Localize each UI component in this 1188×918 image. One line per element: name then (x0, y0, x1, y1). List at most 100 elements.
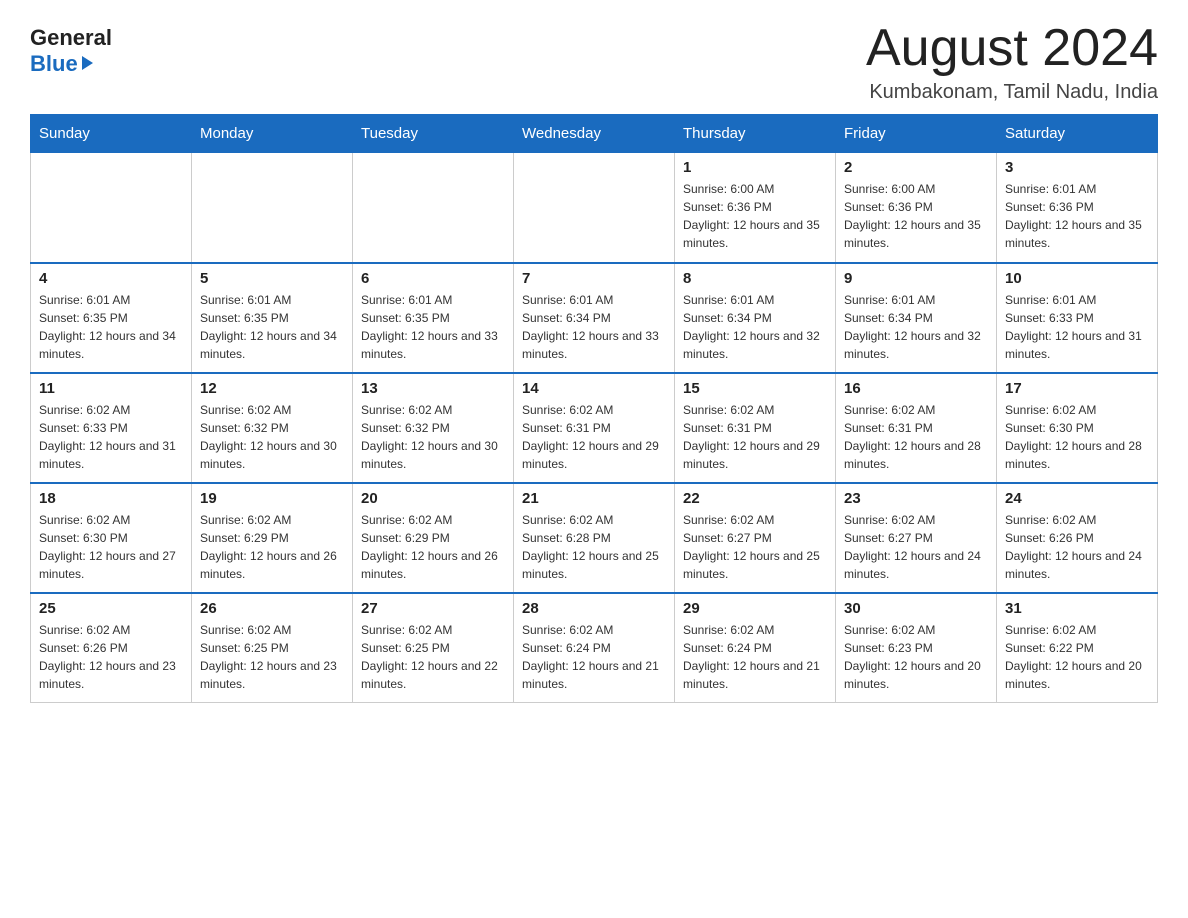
day-number: 8 (683, 270, 827, 287)
day-info: Sunrise: 6:01 AM Sunset: 6:36 PM Dayligh… (1005, 180, 1149, 252)
day-number: 26 (200, 600, 344, 617)
calendar-week-row: 18Sunrise: 6:02 AM Sunset: 6:30 PM Dayli… (31, 483, 1158, 593)
day-info: Sunrise: 6:02 AM Sunset: 6:24 PM Dayligh… (683, 621, 827, 693)
day-number: 9 (844, 270, 988, 287)
header-monday: Monday (192, 115, 353, 153)
header-tuesday: Tuesday (353, 115, 514, 153)
logo-blue-text: Blue (30, 51, 93, 77)
calendar-cell: 29 Sunrise: 6:02 AM Sunset: 6:24 PM Dayli… (675, 593, 836, 703)
day-info: Sunrise: 6:01 AM Sunset: 6:34 PM Dayligh… (522, 291, 666, 363)
day-info: Sunrise: 6:02 AM Sunset: 6:29 PM Dayligh… (361, 511, 505, 583)
calendar-cell: 24Sunrise: 6:02 AM Sunset: 6:26 PM Dayli… (997, 483, 1158, 593)
header-saturday: Saturday (997, 115, 1158, 153)
calendar-cell: 6 Sunrise: 6:01 AM Sunset: 6:35 PM Daylig… (353, 263, 514, 373)
day-info: Sunrise: 6:02 AM Sunset: 6:22 PM Dayligh… (1005, 621, 1149, 693)
calendar-table: Sunday Monday Tuesday Wednesday Thursday… (30, 114, 1158, 703)
logo-triangle-icon (82, 56, 93, 70)
day-number: 13 (361, 380, 505, 397)
day-number: 23 (844, 490, 988, 507)
calendar-cell: 11 Sunrise: 6:02 AM Sunset: 6:33 PM Dayli… (31, 373, 192, 483)
calendar-cell: 20 Sunrise: 6:02 AM Sunset: 6:29 PM Dayli… (353, 483, 514, 593)
day-info: Sunrise: 6:00 AM Sunset: 6:36 PM Dayligh… (683, 180, 827, 252)
calendar-cell: 26Sunrise: 6:02 AM Sunset: 6:25 PM Dayli… (192, 593, 353, 703)
day-number: 21 (522, 490, 666, 507)
calendar-week-row: 4 Sunrise: 6:01 AM Sunset: 6:35 PM Daylig… (31, 263, 1158, 373)
logo: General Blue (30, 20, 112, 77)
day-number: 25 (39, 600, 183, 617)
day-number: 11 (39, 380, 183, 397)
day-number: 2 (844, 159, 988, 176)
calendar-cell: 8 Sunrise: 6:01 AM Sunset: 6:34 PM Daylig… (675, 263, 836, 373)
header-thursday: Thursday (675, 115, 836, 153)
day-info: Sunrise: 6:02 AM Sunset: 6:26 PM Dayligh… (39, 621, 183, 693)
calendar-cell: 12 Sunrise: 6:02 AM Sunset: 6:32 PM Dayli… (192, 373, 353, 483)
calendar-cell: 14 Sunrise: 6:02 AM Sunset: 6:31 PM Dayli… (514, 373, 675, 483)
day-info: Sunrise: 6:02 AM Sunset: 6:28 PM Dayligh… (522, 511, 666, 583)
day-info: Sunrise: 6:01 AM Sunset: 6:35 PM Dayligh… (200, 291, 344, 363)
calendar-cell (31, 153, 192, 263)
calendar-cell: 9 Sunrise: 6:01 AM Sunset: 6:34 PM Daylig… (836, 263, 997, 373)
day-info: Sunrise: 6:01 AM Sunset: 6:35 PM Dayligh… (361, 291, 505, 363)
day-number: 28 (522, 600, 666, 617)
calendar-cell: 15 Sunrise: 6:02 AM Sunset: 6:31 PM Dayli… (675, 373, 836, 483)
day-info: Sunrise: 6:02 AM Sunset: 6:31 PM Dayligh… (844, 401, 988, 473)
day-number: 27 (361, 600, 505, 617)
calendar-cell: 4 Sunrise: 6:01 AM Sunset: 6:35 PM Daylig… (31, 263, 192, 373)
header-friday: Friday (836, 115, 997, 153)
day-number: 12 (200, 380, 344, 397)
day-info: Sunrise: 6:02 AM Sunset: 6:30 PM Dayligh… (1005, 401, 1149, 473)
day-number: 20 (361, 490, 505, 507)
day-info: Sunrise: 6:02 AM Sunset: 6:26 PM Dayligh… (1005, 511, 1149, 583)
calendar-cell (514, 153, 675, 263)
calendar-cell: 19Sunrise: 6:02 AM Sunset: 6:29 PM Dayli… (192, 483, 353, 593)
calendar-cell: 21 Sunrise: 6:02 AM Sunset: 6:28 PM Dayli… (514, 483, 675, 593)
calendar-cell: 2 Sunrise: 6:00 AM Sunset: 6:36 PM Daylig… (836, 153, 997, 263)
day-number: 3 (1005, 159, 1149, 176)
day-info: Sunrise: 6:02 AM Sunset: 6:32 PM Dayligh… (361, 401, 505, 473)
day-number: 22 (683, 490, 827, 507)
day-number: 30 (844, 600, 988, 617)
calendar-cell: 27Sunrise: 6:02 AM Sunset: 6:25 PM Dayli… (353, 593, 514, 703)
header-wednesday: Wednesday (514, 115, 675, 153)
day-info: Sunrise: 6:00 AM Sunset: 6:36 PM Dayligh… (844, 180, 988, 252)
title-area: August 2024 Kumbakonam, Tamil Nadu, Indi… (866, 20, 1158, 104)
calendar-cell: 16 Sunrise: 6:02 AM Sunset: 6:31 PM Dayli… (836, 373, 997, 483)
day-info: Sunrise: 6:02 AM Sunset: 6:33 PM Dayligh… (39, 401, 183, 473)
day-info: Sunrise: 6:02 AM Sunset: 6:29 PM Dayligh… (200, 511, 344, 583)
calendar-cell: 7Sunrise: 6:01 AM Sunset: 6:34 PM Daylig… (514, 263, 675, 373)
day-info: Sunrise: 6:01 AM Sunset: 6:33 PM Dayligh… (1005, 291, 1149, 363)
day-info: Sunrise: 6:02 AM Sunset: 6:27 PM Dayligh… (844, 511, 988, 583)
calendar-week-row: 25 Sunrise: 6:02 AM Sunset: 6:26 PM Dayli… (31, 593, 1158, 703)
calendar-cell: 18Sunrise: 6:02 AM Sunset: 6:30 PM Dayli… (31, 483, 192, 593)
calendar-cell: 1 Sunrise: 6:00 AM Sunset: 6:36 PM Daylig… (675, 153, 836, 263)
day-number: 4 (39, 270, 183, 287)
day-info: Sunrise: 6:02 AM Sunset: 6:31 PM Dayligh… (683, 401, 827, 473)
day-info: Sunrise: 6:01 AM Sunset: 6:34 PM Dayligh… (683, 291, 827, 363)
day-number: 10 (1005, 270, 1149, 287)
calendar-cell: 22Sunrise: 6:02 AM Sunset: 6:27 PM Dayli… (675, 483, 836, 593)
day-info: Sunrise: 6:02 AM Sunset: 6:32 PM Dayligh… (200, 401, 344, 473)
location-subtitle: Kumbakonam, Tamil Nadu, India (866, 81, 1158, 104)
calendar-cell: 28 Sunrise: 6:02 AM Sunset: 6:24 PM Dayli… (514, 593, 675, 703)
day-info: Sunrise: 6:01 AM Sunset: 6:34 PM Dayligh… (844, 291, 988, 363)
month-year-title: August 2024 (866, 20, 1158, 77)
day-number: 14 (522, 380, 666, 397)
logo-general-text: General (30, 25, 112, 51)
day-info: Sunrise: 6:02 AM Sunset: 6:31 PM Dayligh… (522, 401, 666, 473)
calendar-cell: 3 Sunrise: 6:01 AM Sunset: 6:36 PM Daylig… (997, 153, 1158, 263)
calendar-cell: 17Sunrise: 6:02 AM Sunset: 6:30 PM Dayli… (997, 373, 1158, 483)
day-number: 1 (683, 159, 827, 176)
day-number: 5 (200, 270, 344, 287)
calendar-cell: 25 Sunrise: 6:02 AM Sunset: 6:26 PM Dayli… (31, 593, 192, 703)
header: General Blue August 2024 Kumbakonam, Tam… (30, 20, 1158, 104)
day-info: Sunrise: 6:02 AM Sunset: 6:30 PM Dayligh… (39, 511, 183, 583)
calendar-week-row: 1 Sunrise: 6:00 AM Sunset: 6:36 PM Daylig… (31, 153, 1158, 263)
calendar-cell: 10 Sunrise: 6:01 AM Sunset: 6:33 PM Dayli… (997, 263, 1158, 373)
day-number: 6 (361, 270, 505, 287)
calendar-cell: 30Sunrise: 6:02 AM Sunset: 6:23 PM Dayli… (836, 593, 997, 703)
day-number: 15 (683, 380, 827, 397)
day-number: 16 (844, 380, 988, 397)
day-info: Sunrise: 6:01 AM Sunset: 6:35 PM Dayligh… (39, 291, 183, 363)
day-info: Sunrise: 6:02 AM Sunset: 6:24 PM Dayligh… (522, 621, 666, 693)
day-number: 29 (683, 600, 827, 617)
